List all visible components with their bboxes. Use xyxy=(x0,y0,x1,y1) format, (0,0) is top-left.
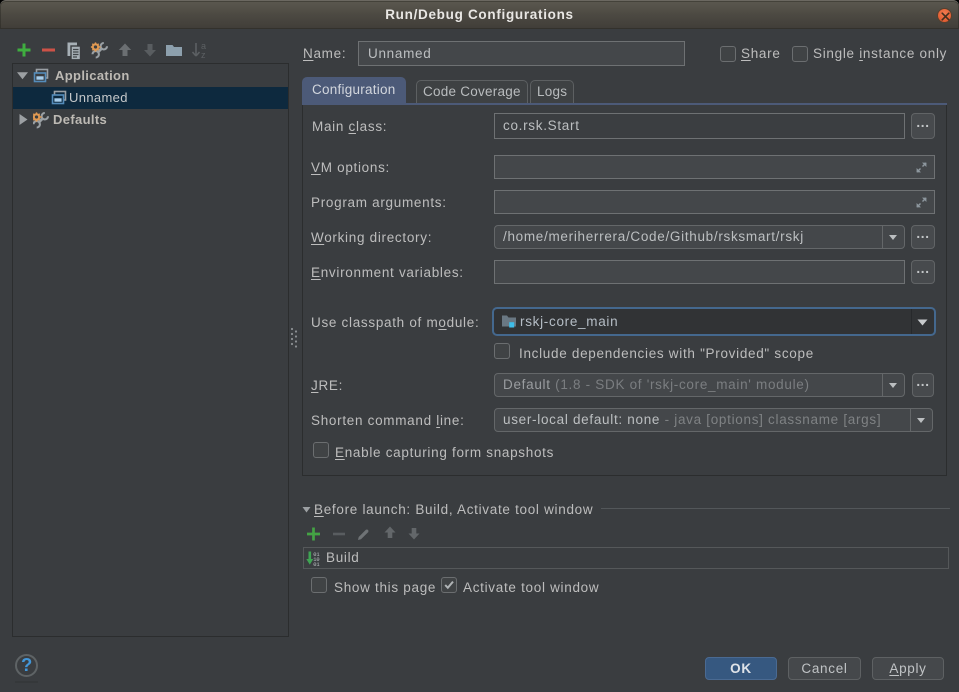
svg-text:01: 01 xyxy=(313,562,319,566)
svg-text:z: z xyxy=(201,50,206,60)
